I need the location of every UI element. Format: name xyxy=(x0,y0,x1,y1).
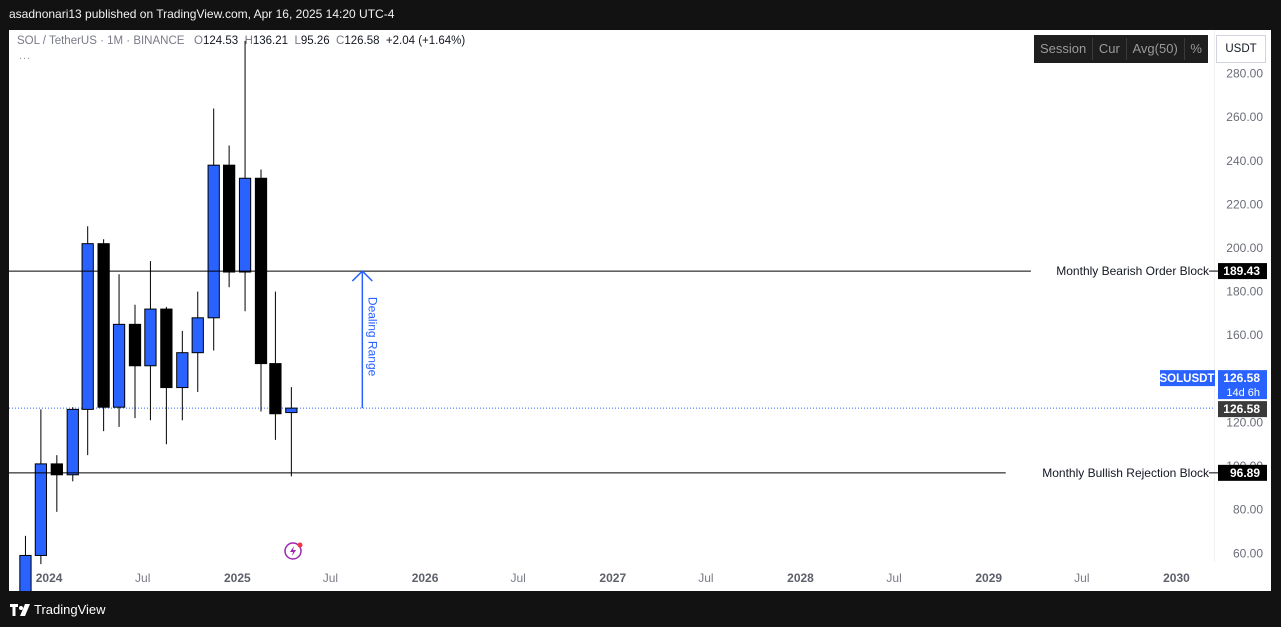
candle-body xyxy=(238,177,252,273)
x-tick-label: Jul xyxy=(135,571,150,585)
notification-dot-icon xyxy=(297,542,303,548)
level-label: Monthly Bullish Rejection Block xyxy=(1042,466,1210,480)
level-price-text: 96.89 xyxy=(1230,466,1260,480)
y-tick-label: 240.00 xyxy=(1226,154,1263,168)
symbol-legend[interactable]: SOL / TetherUS · 1M · BINANCE O124.53 H1… xyxy=(17,35,465,47)
y-tick-label: 120.00 xyxy=(1226,415,1263,429)
symbol-name[interactable]: SOL / TetherUS · 1M · BINANCE xyxy=(17,35,184,47)
chart-background xyxy=(9,30,1271,591)
y-tick-label: 80.00 xyxy=(1233,503,1263,517)
x-tick-label: Jul xyxy=(323,571,338,585)
top-bar: asadnonari13 published on TradingView.co… xyxy=(0,0,1281,30)
candle-body xyxy=(81,243,94,410)
currency-selector[interactable]: USDT xyxy=(1216,35,1266,63)
y-tick-label: 160.00 xyxy=(1226,328,1263,342)
chart-canvas[interactable]: 60.0080.00100.00120.00140.00160.00180.00… xyxy=(9,30,1271,591)
percent-button[interactable]: % xyxy=(1184,35,1208,63)
x-tick-label: Jul xyxy=(886,571,901,585)
symbol-tag-text: SOLUSDT xyxy=(1160,373,1215,385)
candle-body xyxy=(128,323,142,367)
y-tick-label: 200.00 xyxy=(1226,241,1263,255)
tradingview-brand: TradingView xyxy=(34,602,106,617)
x-tick-label: 2030 xyxy=(1163,571,1190,585)
candle-body xyxy=(112,323,126,408)
y-tick-label: 60.00 xyxy=(1233,546,1263,560)
y-tick-label: 260.00 xyxy=(1226,110,1263,124)
tradingview-logo-icon xyxy=(10,603,30,616)
y-tick-label: 220.00 xyxy=(1226,197,1263,211)
x-tick-label: Jul xyxy=(510,571,525,585)
candle-body xyxy=(97,243,110,408)
candle-body xyxy=(285,407,298,414)
x-tick-label: 2027 xyxy=(599,571,626,585)
chart-frame[interactable]: 60.0080.00100.00120.00140.00160.00180.00… xyxy=(9,30,1271,591)
dealing-range-label: Dealing Range xyxy=(365,297,379,377)
change-value: +2.04 (+1.64%) xyxy=(385,35,466,47)
low-value: 95.26 xyxy=(300,35,330,47)
x-tick-label: 2028 xyxy=(787,571,814,585)
tradingview-logo[interactable]: TradingView xyxy=(10,602,106,617)
candle-body xyxy=(19,554,32,591)
crosshair-price-text: 126.58 xyxy=(1223,402,1260,416)
publisher-line: asadnonari13 published on TradingView.co… xyxy=(9,7,395,21)
x-tick-label: Jul xyxy=(1074,571,1089,585)
candle-body xyxy=(207,164,220,319)
countdown-text: 14d 6h xyxy=(1226,387,1260,399)
level-label: Monthly Bearish Order Block xyxy=(1056,264,1210,278)
more-options-icon[interactable]: ... xyxy=(19,50,31,62)
session-button[interactable]: Session xyxy=(1034,35,1092,63)
open-value: 124.53 xyxy=(202,35,239,47)
x-tick-label: 2026 xyxy=(412,571,439,585)
y-tick-label: 280.00 xyxy=(1226,67,1263,81)
candle-body xyxy=(144,308,157,367)
level-price-text: 189.43 xyxy=(1223,264,1260,278)
candle-body xyxy=(176,352,189,389)
x-tick-label: 2029 xyxy=(975,571,1002,585)
y-tick-label: 180.00 xyxy=(1226,285,1263,299)
x-tick-label: 2025 xyxy=(224,571,251,585)
x-tick-label: 2024 xyxy=(36,571,63,585)
x-tick-label: Jul xyxy=(698,571,713,585)
candle-body xyxy=(66,408,79,476)
candle-body xyxy=(160,308,173,389)
chart-toolbar: Session Cur Avg(50) % xyxy=(1034,35,1208,63)
open-label: O xyxy=(194,35,203,47)
candle-body xyxy=(222,164,236,273)
candle-body xyxy=(34,463,48,556)
cur-button[interactable]: Cur xyxy=(1093,35,1126,63)
close-value: 126.58 xyxy=(344,35,380,47)
footer: TradingView xyxy=(0,591,1281,627)
last-price-text: 126.58 xyxy=(1223,371,1260,385)
high-value: 136.21 xyxy=(252,35,289,47)
high-label: H xyxy=(244,35,253,47)
avg-button[interactable]: Avg(50) xyxy=(1126,35,1183,63)
candle-body xyxy=(269,363,282,415)
candle-body xyxy=(191,317,204,354)
